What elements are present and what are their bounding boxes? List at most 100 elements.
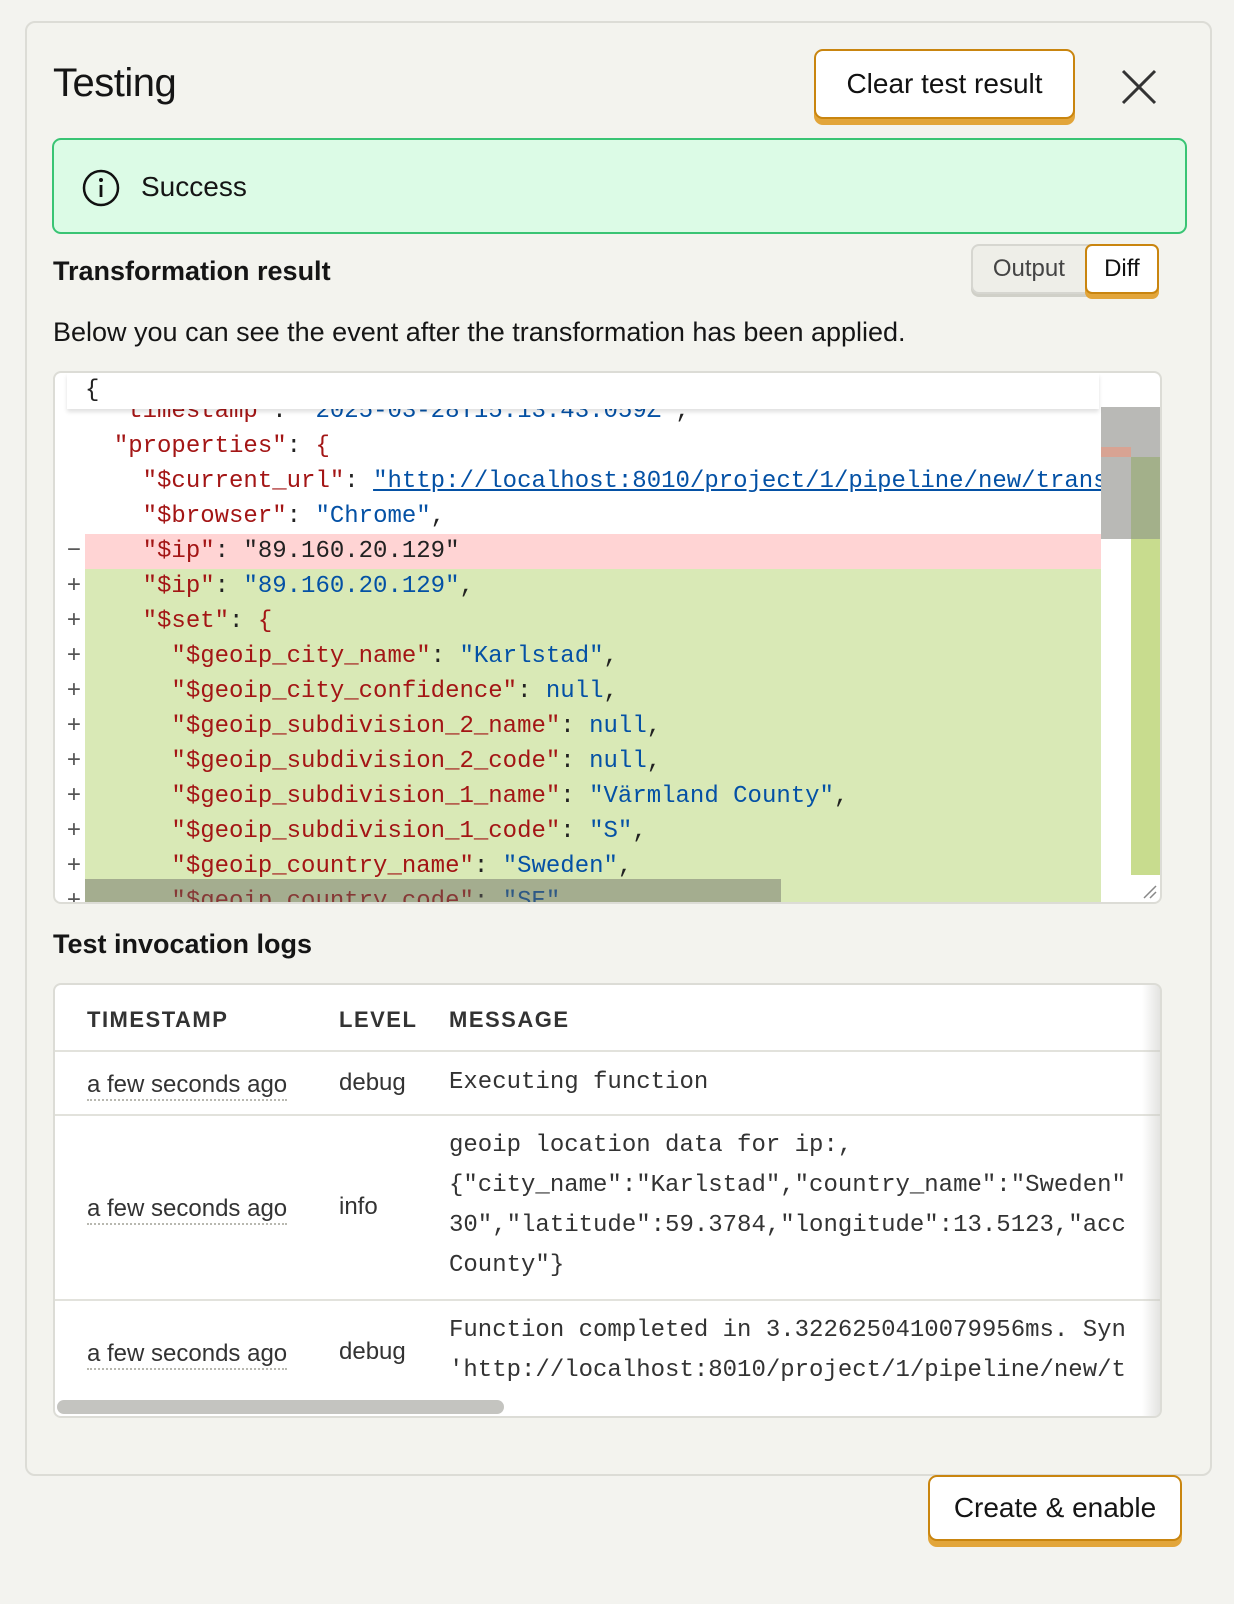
- code-text: "$current_url": "http://localhost:8010/p…: [85, 464, 1122, 499]
- header-divider: [55, 1050, 1160, 1052]
- alert-message: Success: [141, 171, 247, 202]
- code-key: "$geoip_subdivision_2_code": [171, 748, 561, 775]
- code-sep: :: [473, 853, 503, 880]
- diff-overview-ruler[interactable]: [1101, 407, 1160, 877]
- code-tail: ,: [617, 853, 633, 880]
- added-line-marker: +: [66, 783, 82, 810]
- code-val: "89.160.20.129": [243, 573, 460, 600]
- code-line: "$current_url": "http://localhost:8010/p…: [55, 464, 1122, 499]
- code-sep: :: [214, 538, 244, 565]
- code-key: "$geoip_subdivision_1_code": [171, 818, 561, 845]
- code-key: "$geoip_country_name": [171, 853, 474, 880]
- code-key: "$ip": [142, 573, 215, 600]
- code-tail: {: [257, 608, 273, 635]
- close-icon[interactable]: [1119, 67, 1159, 107]
- code-text: "$browser": "Chrome",: [85, 499, 445, 534]
- code-tail: ,: [459, 573, 474, 600]
- code-val: "S": [589, 818, 633, 845]
- code-key: "$geoip_subdivision_1_name": [171, 783, 561, 810]
- code-sep: :: [560, 818, 590, 845]
- removed-line-marker[interactable]: −: [61, 534, 87, 569]
- testing-panel: Testing Clear test result Success Transf…: [25, 21, 1212, 1476]
- diff-editor[interactable]: { "timestamp": "2025-03-28T15:13:43.059Z…: [53, 371, 1162, 904]
- table-scroll-shadow: [1142, 985, 1160, 1416]
- code-key: "$browser": [142, 503, 287, 530]
- code-line: + "$ip": "89.160.20.129",: [67, 569, 1101, 604]
- row-divider: [55, 1299, 1160, 1301]
- log-timestamp: a few seconds ago: [87, 1340, 288, 1370]
- code-sep: :: [560, 748, 590, 775]
- log-level: debug: [339, 1069, 406, 1096]
- sticky-scroll-line: {: [67, 373, 1099, 409]
- column-header-message[interactable]: MESSAGE: [449, 1007, 570, 1033]
- editor-horizontal-scrollbar[interactable]: [85, 879, 781, 902]
- code-val[interactable]: "http://localhost:8010/project/1/pipelin…: [373, 468, 1122, 495]
- code-sep: :: [560, 783, 590, 810]
- code-sep: :: [286, 433, 316, 460]
- added-line-marker: +: [66, 608, 82, 635]
- code-text: "$ip": "89.160.20.129": [85, 534, 460, 569]
- code-val: null: [589, 748, 647, 775]
- logs-table: TIMESTAMP LEVEL MESSAGE a few seconds ag…: [53, 983, 1162, 1418]
- code-key: "$ip": [142, 538, 215, 565]
- code-val: "89.160.20.129": [243, 538, 460, 565]
- code-key: "$geoip_city_confidence": [171, 678, 518, 705]
- code-text: "$geoip_subdivision_1_code": "S",: [85, 814, 647, 849]
- code-line: "properties": {: [55, 429, 1099, 464]
- code-val: null: [589, 713, 647, 740]
- code-tail: ,: [833, 783, 849, 810]
- added-line-marker: +: [66, 888, 82, 904]
- code-val: "Chrome": [315, 503, 431, 530]
- overview-deletion-marker: [1101, 447, 1131, 457]
- code-sep: :: [430, 643, 460, 670]
- code-line: "$browser": "Chrome",: [55, 499, 1099, 534]
- code-line: + "$set": {: [67, 604, 1101, 639]
- code-line: + "$geoip_subdivision_2_code": null,: [67, 744, 1101, 779]
- code-key: "$current_url": [142, 468, 345, 495]
- code-tail: ,: [646, 748, 662, 775]
- code-sep: :: [229, 608, 258, 635]
- code-text: "$geoip_city_confidence": null,: [85, 674, 618, 709]
- tab-diff[interactable]: Diff: [1084, 244, 1159, 294]
- code-val: null: [545, 678, 604, 705]
- code-line: + "$geoip_city_confidence": null,: [67, 674, 1101, 709]
- transformation-description: Below you can see the event after the tr…: [53, 317, 906, 347]
- code-tail: ,: [603, 678, 618, 705]
- added-line-marker: +: [66, 853, 82, 880]
- panel-title: Testing: [53, 61, 177, 105]
- code-text: "$geoip_subdivision_1_name": "Värmland C…: [85, 779, 848, 814]
- added-line-marker: +: [66, 818, 82, 845]
- sticky-brace: {: [85, 377, 100, 404]
- code-line: − "$ip": "89.160.20.129": [67, 534, 1101, 569]
- create-and-enable-button[interactable]: Create & enable: [928, 1475, 1182, 1541]
- resize-handle-icon[interactable]: [1140, 882, 1158, 900]
- view-toggle: Output Diff: [971, 244, 1159, 294]
- code-line: + "$geoip_subdivision_2_name": null,: [67, 709, 1101, 744]
- clear-test-result-button[interactable]: Clear test result: [814, 49, 1075, 119]
- overview-addition-viewport: [1131, 457, 1160, 539]
- column-header-timestamp[interactable]: TIMESTAMP: [87, 1007, 228, 1033]
- success-alert: Success: [52, 138, 1187, 234]
- added-line-marker: +: [66, 678, 82, 705]
- code-val: "Karlstad": [459, 643, 604, 670]
- tab-output[interactable]: Output: [973, 246, 1085, 292]
- info-icon: [81, 168, 121, 213]
- code-key: "$geoip_subdivision_2_name": [171, 713, 561, 740]
- table-horizontal-scrollbar[interactable]: [57, 1400, 504, 1414]
- column-header-level[interactable]: LEVEL: [339, 1007, 417, 1033]
- logs-heading: Test invocation logs: [53, 929, 313, 959]
- log-level: info: [339, 1193, 378, 1220]
- code-tail: ,: [632, 818, 647, 845]
- code-text: "$ip": "89.160.20.129",: [85, 569, 474, 604]
- code-tail: ,: [646, 713, 662, 740]
- code-text: "properties": {: [85, 429, 330, 464]
- code-text: "$set": {: [85, 604, 273, 639]
